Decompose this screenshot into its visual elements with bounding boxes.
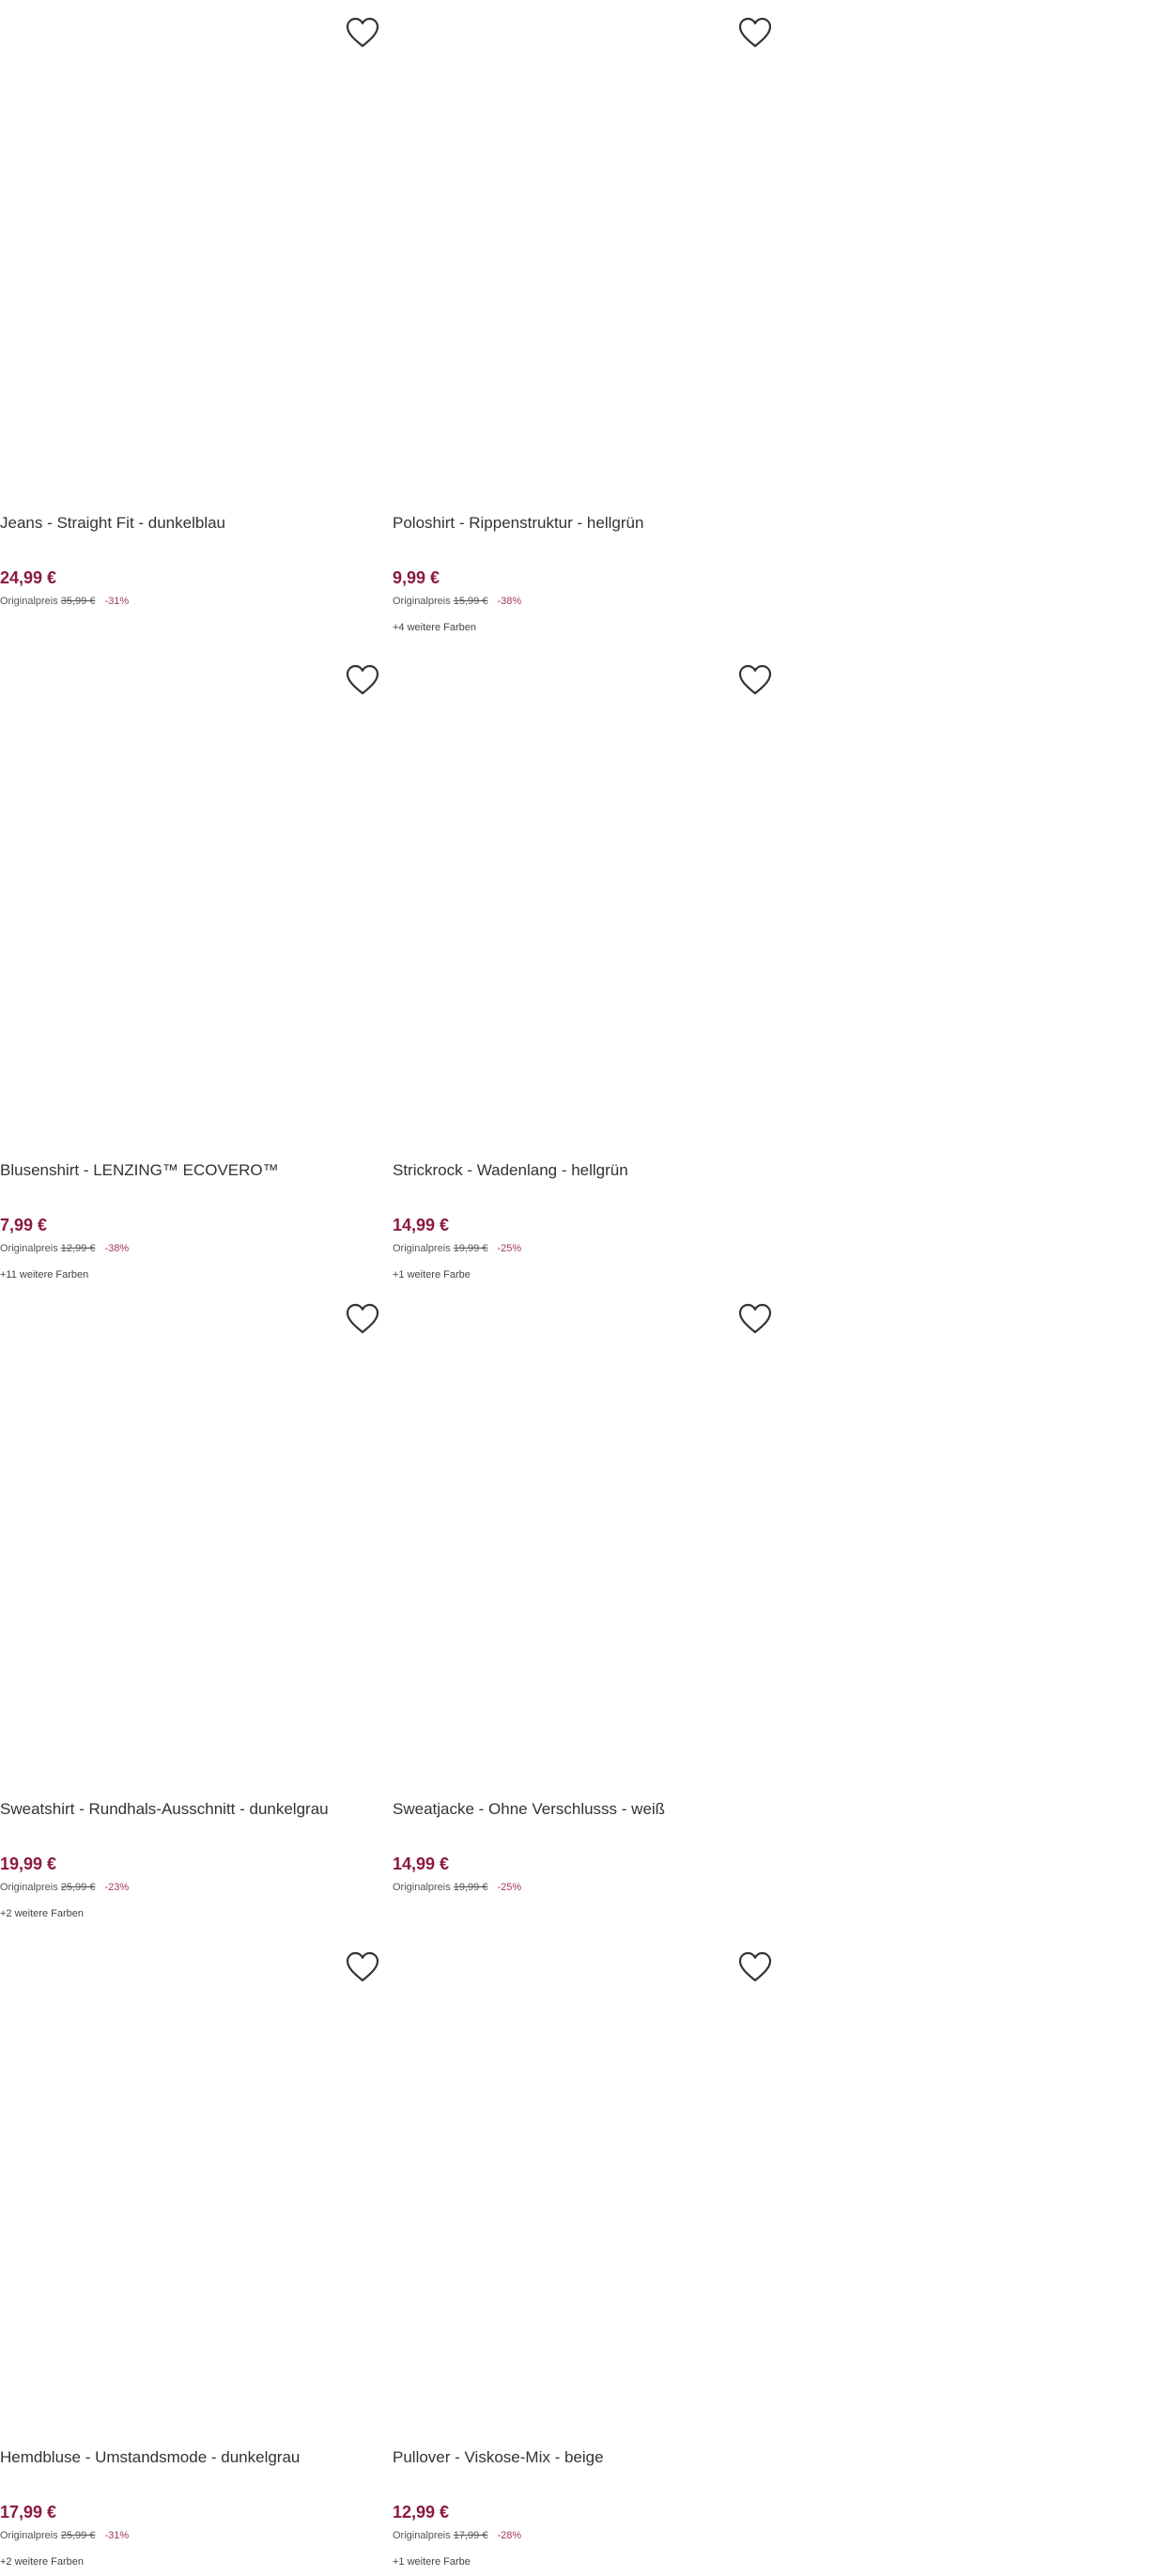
- original-price-label: Originalpreis: [393, 2530, 451, 2541]
- wishlist-button[interactable]: [738, 664, 772, 696]
- discount-badge: -25%: [497, 1882, 522, 1893]
- product-card[interactable]: Poloshirt - Rippenstruktur - hellgrün 9,…: [393, 0, 772, 647]
- original-price: 35,99 €: [60, 596, 96, 607]
- original-price: 19,99 €: [453, 1243, 488, 1254]
- product-title[interactable]: Strickrock - Wadenlang - hellgrün: [393, 1160, 768, 1181]
- wishlist-button[interactable]: [346, 1303, 379, 1335]
- product-title[interactable]: Blusenshirt - LENZING™ ECOVERO™: [0, 1160, 376, 1181]
- product-image[interactable]: [0, 647, 376, 1136]
- product-title[interactable]: Jeans - Straight Fit - dunkelblau: [0, 513, 376, 534]
- product-price: 9,99 €: [393, 568, 440, 587]
- original-price: 25,99 €: [60, 2530, 96, 2541]
- original-price-label: Originalpreis: [393, 1243, 451, 1254]
- more-colors-link[interactable]: +11 weitere Farben: [0, 1267, 88, 1282]
- product-image[interactable]: [0, 0, 376, 489]
- original-price: 19,99 €: [453, 1882, 488, 1893]
- more-colors-link[interactable]: +2 weitere Farben: [0, 1906, 84, 1921]
- original-price-row: Originalpreis 25,99 € -23%: [0, 1880, 129, 1895]
- product-image[interactable]: [393, 0, 768, 489]
- original-price: 12,99 €: [60, 1243, 96, 1254]
- product-image[interactable]: [0, 1286, 376, 1775]
- heart-outline-icon: [738, 1303, 772, 1334]
- product-card[interactable]: Blusenshirt - LENZING™ ECOVERO™ 7,99 € O…: [0, 647, 379, 1286]
- heart-outline-icon: [346, 17, 379, 48]
- original-price-row: Originalpreis 25,99 € -31%: [0, 2528, 129, 2543]
- product-price: 19,99 €: [0, 1854, 57, 1873]
- original-price-row: Originalpreis 12,99 € -38%: [0, 1241, 129, 1256]
- product-title[interactable]: Pullover - Viskose-Mix - beige: [393, 2447, 768, 2468]
- wishlist-button[interactable]: [346, 1951, 379, 1983]
- original-price-row: Originalpreis 19,99 € -25%: [393, 1241, 521, 1256]
- heart-outline-icon: [738, 1951, 772, 1982]
- product-image[interactable]: [393, 1286, 768, 1775]
- discount-badge: -25%: [497, 1243, 522, 1254]
- product-image[interactable]: [0, 1934, 376, 2423]
- discount-badge: -23%: [104, 1882, 130, 1893]
- original-price-label: Originalpreis: [0, 596, 58, 607]
- product-image[interactable]: [393, 1934, 768, 2423]
- wishlist-button[interactable]: [346, 664, 379, 696]
- original-price-row: Originalpreis 15,99 € -38%: [393, 594, 521, 609]
- product-card[interactable]: Sweatshirt - Rundhals-Ausschnitt - dunke…: [0, 1286, 379, 1934]
- original-price-row: Originalpreis 19,99 € -25%: [393, 1880, 521, 1895]
- discount-badge: -28%: [497, 2530, 522, 2541]
- more-colors-link[interactable]: +4 weitere Farben: [393, 620, 476, 635]
- product-card[interactable]: Jeans - Straight Fit - dunkelblau 24,99 …: [0, 0, 379, 647]
- product-title[interactable]: Poloshirt - Rippenstruktur - hellgrün: [393, 513, 768, 534]
- original-price-label: Originalpreis: [0, 2530, 58, 2541]
- product-grid: Jeans - Straight Fit - dunkelblau 24,99 …: [0, 0, 789, 2576]
- original-price: 15,99 €: [453, 596, 488, 607]
- product-price: 12,99 €: [393, 2503, 450, 2522]
- original-price-label: Originalpreis: [0, 1243, 58, 1254]
- heart-outline-icon: [738, 664, 772, 695]
- original-price-label: Originalpreis: [393, 596, 451, 607]
- more-colors-link[interactable]: +1 weitere Farbe: [393, 2554, 471, 2569]
- original-price-row: Originalpreis 17,99 € -28%: [393, 2528, 521, 2543]
- wishlist-button[interactable]: [738, 1951, 772, 1983]
- product-image[interactable]: [393, 647, 768, 1136]
- original-price: 17,99 €: [453, 2530, 488, 2541]
- discount-badge: -38%: [497, 596, 522, 607]
- product-title[interactable]: Sweatjacke - Ohne Verschlusss - weiß: [393, 1799, 768, 1820]
- product-price: 14,99 €: [393, 1854, 450, 1873]
- heart-outline-icon: [738, 17, 772, 48]
- product-title[interactable]: Hemdbluse - Umstandsmode - dunkelgrau: [0, 2447, 376, 2468]
- heart-outline-icon: [346, 664, 379, 695]
- product-card[interactable]: Strickrock - Wadenlang - hellgrün 14,99 …: [393, 647, 772, 1286]
- product-card[interactable]: Pullover - Viskose-Mix - beige 12,99 € O…: [393, 1934, 772, 2576]
- discount-badge: -31%: [104, 2530, 130, 2541]
- product-price: 24,99 €: [0, 568, 57, 587]
- original-price-label: Originalpreis: [393, 1882, 451, 1893]
- wishlist-button[interactable]: [346, 17, 379, 49]
- heart-outline-icon: [346, 1951, 379, 1982]
- heart-outline-icon: [346, 1303, 379, 1334]
- original-price-row: Originalpreis 35,99 € -31%: [0, 594, 129, 609]
- product-price: 14,99 €: [393, 1216, 450, 1234]
- product-price: 7,99 €: [0, 1216, 48, 1234]
- discount-badge: -31%: [104, 596, 130, 607]
- discount-badge: -38%: [104, 1243, 130, 1254]
- product-price: 17,99 €: [0, 2503, 57, 2522]
- product-title[interactable]: Sweatshirt - Rundhals-Ausschnitt - dunke…: [0, 1799, 376, 1820]
- product-card[interactable]: Sweatjacke - Ohne Verschlusss - weiß 14,…: [393, 1286, 772, 1934]
- more-colors-link[interactable]: +1 weitere Farbe: [393, 1267, 471, 1282]
- more-colors-link[interactable]: +2 weitere Farben: [0, 2554, 84, 2569]
- original-price-label: Originalpreis: [0, 1882, 58, 1893]
- wishlist-button[interactable]: [738, 17, 772, 49]
- product-card[interactable]: Hemdbluse - Umstandsmode - dunkelgrau 17…: [0, 1934, 379, 2576]
- wishlist-button[interactable]: [738, 1303, 772, 1335]
- original-price: 25,99 €: [60, 1882, 96, 1893]
